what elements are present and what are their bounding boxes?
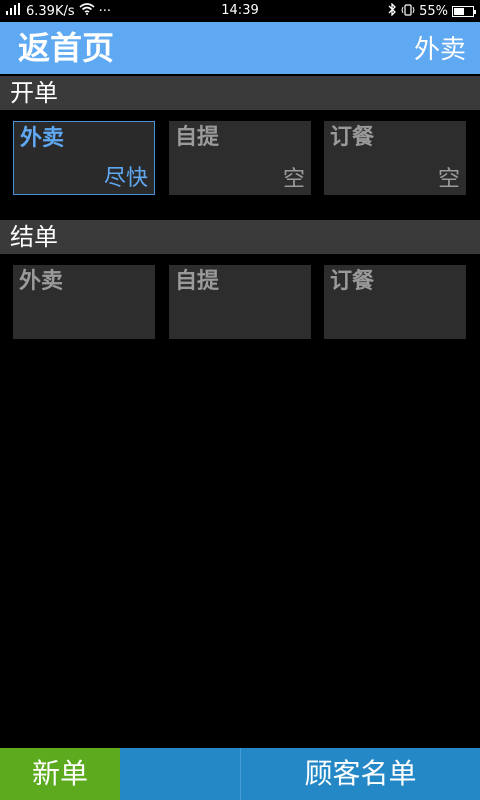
- close-tile-reservation[interactable]: 订餐: [324, 265, 466, 339]
- battery-icon: [452, 6, 476, 17]
- battery-percent: 55%: [419, 4, 448, 19]
- tile-label: 外卖: [20, 126, 65, 151]
- tile-label: 外卖: [19, 269, 64, 294]
- close-orders-header: 结单: [0, 220, 480, 254]
- tile-label: 自提: [175, 125, 220, 150]
- close-tile-pickup[interactable]: 自提: [169, 265, 311, 339]
- status-bar: 6.39K/s ··· 14:39 55%: [0, 0, 480, 22]
- new-order-button[interactable]: 新单: [0, 748, 120, 800]
- tile-status: 尽快: [103, 166, 148, 191]
- tile-status: 空: [282, 167, 305, 192]
- open-tile-pickup[interactable]: 自提 空: [169, 121, 311, 195]
- tile-label: 订餐: [330, 125, 375, 150]
- status-right: 55%: [387, 2, 476, 20]
- open-tile-takeout[interactable]: 外卖 尽快: [13, 121, 155, 195]
- tile-status: 空: [437, 167, 460, 192]
- customer-list-button[interactable]: 顾客名单: [241, 748, 480, 800]
- bluetooth-icon: [387, 2, 397, 20]
- tile-label: 自提: [175, 269, 220, 294]
- order-type-label[interactable]: 外卖: [414, 28, 466, 72]
- back-home-button[interactable]: 返首页: [18, 26, 114, 70]
- close-tile-takeout[interactable]: 外卖: [13, 265, 155, 339]
- open-orders-header: 开单: [0, 76, 480, 110]
- tile-label: 订餐: [330, 269, 375, 294]
- title-bar: 返首页 外卖: [0, 22, 480, 74]
- vibrate-icon: [401, 3, 415, 20]
- open-tile-reservation[interactable]: 订餐 空: [324, 121, 466, 195]
- bottom-bar: 新单 顾客名单: [0, 748, 480, 800]
